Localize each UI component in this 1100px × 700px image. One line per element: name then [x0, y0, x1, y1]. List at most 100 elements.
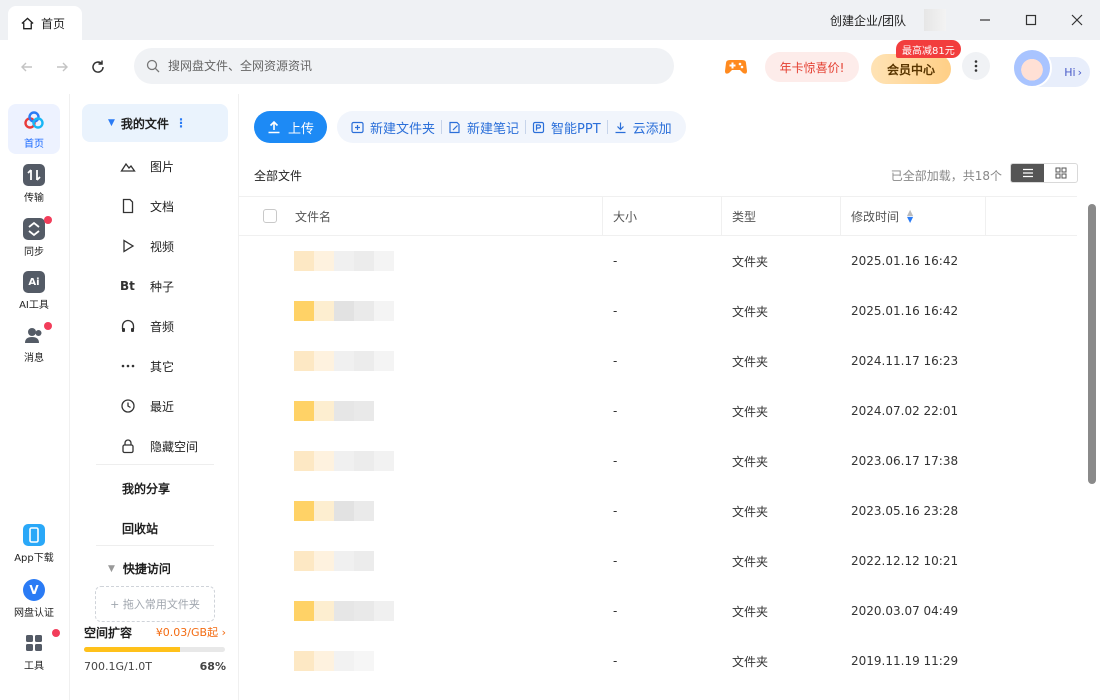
redacted-block — [354, 251, 374, 271]
forward-button[interactable] — [51, 56, 73, 78]
rail-item-messages[interactable]: 消息 — [8, 324, 60, 364]
category-item-torrents[interactable]: Bt 种子 — [120, 276, 174, 296]
rail-item-transfer[interactable]: 传输 — [8, 164, 60, 204]
column-size-label: 大小 — [613, 209, 638, 224]
new-folder-button[interactable]: 新建文件夹 — [345, 118, 441, 137]
new-note-label: 新建笔记 — [467, 121, 520, 137]
my-files-header[interactable]: ▼ 我的文件 ⋮ — [82, 104, 228, 142]
file-type-cell: 文件夹 — [732, 654, 769, 669]
grid-apps-icon — [26, 635, 42, 651]
redacted-block — [294, 501, 314, 521]
redacted-block — [294, 651, 314, 671]
people-icon — [25, 328, 42, 343]
rail-item-sync[interactable]: 同步 — [8, 218, 60, 258]
select-all-checkbox[interactable] — [263, 209, 277, 223]
redacted-block — [354, 551, 374, 571]
redacted-block — [374, 451, 394, 471]
column-name-label: 文件名 — [295, 209, 332, 224]
minimize-button[interactable] — [962, 0, 1008, 40]
storage-expand-row[interactable]: 空间扩容 ¥0.03/GB起 › — [84, 624, 226, 641]
close-button[interactable] — [1054, 0, 1100, 40]
category-item-videos[interactable]: 视频 — [120, 236, 174, 256]
category-item-images[interactable]: 图片 — [120, 156, 174, 176]
arrow-left-icon — [21, 62, 32, 72]
table-row[interactable]: - 文件夹 2023.06.17 17:38 — [239, 436, 1077, 486]
column-type-label: 类型 — [732, 209, 757, 224]
category-item-hidden-space[interactable]: 隐藏空间 — [120, 436, 198, 456]
file-name-cell[interactable] — [239, 486, 603, 536]
category-label: 图片 — [150, 159, 175, 174]
column-size[interactable]: 大小 — [603, 197, 722, 235]
file-name-cell[interactable] — [239, 336, 603, 386]
folder-thumbnail — [294, 401, 394, 421]
quick-access-drop-zone[interactable]: + 拖入常用文件夹 — [95, 586, 215, 622]
my-share-link[interactable]: 我的分享 — [122, 480, 170, 497]
rail-item-verification[interactable]: V 网盘认证 — [8, 579, 60, 619]
rail-item-ai-tools[interactable]: Ai AI工具 — [8, 271, 60, 311]
storage-used: 700.1G/1.0T — [84, 660, 152, 673]
storage-percent: 68% — [199, 660, 226, 673]
table-row[interactable]: - 文件夹 2024.11.17 16:23 — [239, 336, 1077, 386]
maximize-button[interactable] — [1008, 0, 1054, 40]
user-avatar[interactable] — [924, 9, 946, 31]
file-name-cell[interactable] — [239, 436, 603, 486]
cloud-add-button[interactable]: 云添加 — [608, 118, 678, 137]
file-name-cell[interactable] — [239, 536, 603, 586]
category-item-other[interactable]: 其它 — [120, 356, 174, 376]
table-row[interactable]: - 文件夹 2020.03.07 04:49 — [239, 586, 1077, 636]
smart-ppt-button[interactable]: 智能PPT — [526, 118, 607, 137]
search-box[interactable] — [134, 48, 674, 84]
file-size-cell: - — [613, 554, 618, 568]
game-icon[interactable] — [722, 53, 750, 81]
annual-promo-button[interactable]: 年卡惊喜价! — [765, 52, 859, 82]
refresh-button[interactable] — [87, 56, 109, 78]
table-row[interactable]: - 文件夹 2022.12.12 10:21 — [239, 536, 1077, 586]
category-item-documents[interactable]: 文档 — [120, 196, 174, 216]
file-size-cell: - — [613, 354, 618, 368]
column-type[interactable]: 类型 — [722, 197, 841, 235]
new-note-button[interactable]: 新建笔记 — [442, 118, 525, 137]
file-name-cell[interactable] — [239, 636, 603, 686]
upload-button[interactable]: 上传 — [254, 111, 327, 143]
redacted-block — [354, 451, 374, 471]
category-item-audio[interactable]: 音频 — [120, 316, 174, 336]
more-vertical-icon[interactable]: ⋮ — [175, 116, 187, 130]
table-row[interactable]: - 文件夹 2025.01.16 16:42 — [239, 286, 1077, 336]
more-menu-button[interactable] — [962, 52, 990, 80]
vip-center-button[interactable]: 会员中心 — [871, 54, 951, 84]
assistant-avatar[interactable] — [1012, 48, 1052, 88]
category-item-recent[interactable]: 最近 — [120, 396, 174, 416]
vertical-scrollbar[interactable] — [1088, 204, 1096, 484]
file-name-cell[interactable] — [239, 586, 603, 636]
rail-item-tools[interactable]: 工具 — [8, 632, 60, 672]
table-row[interactable]: - 文件夹 2024.07.02 22:01 — [239, 386, 1077, 436]
rail-item-app-download[interactable]: App下载 — [8, 524, 60, 564]
column-modified[interactable]: 修改时间 ▲ ▼ — [841, 197, 986, 235]
breadcrumb[interactable]: 全部文件 — [254, 167, 302, 184]
grid-view-button[interactable] — [1044, 164, 1077, 182]
tab-home[interactable]: 首页 — [8, 6, 82, 40]
column-name[interactable]: 文件名 — [239, 197, 603, 235]
file-size-cell: - — [613, 654, 618, 668]
close-icon — [1071, 14, 1083, 26]
my-files-label: 我的文件 — [120, 116, 169, 131]
list-view-button[interactable] — [1011, 164, 1044, 182]
category-label: 视频 — [150, 239, 175, 254]
quick-access-header[interactable]: ▼ 快捷访问 — [108, 560, 171, 577]
file-name-cell[interactable] — [239, 386, 603, 436]
recycle-bin-link[interactable]: 回收站 — [122, 520, 158, 537]
rail-item-home[interactable]: 首页 — [8, 104, 60, 154]
back-button[interactable] — [16, 56, 38, 78]
file-name-cell[interactable] — [239, 236, 603, 286]
file-name-cell[interactable] — [239, 286, 603, 336]
folder-thumbnail — [294, 451, 394, 471]
redacted-block — [374, 301, 394, 321]
table-row[interactable]: - 文件夹 2025.01.16 16:42 — [239, 236, 1077, 286]
search-input[interactable] — [168, 59, 648, 73]
file-main-area: 上传 新建文件夹 新建笔记 智能PPT 云添加 全部文件 已全部加载，共18个 — [239, 94, 1100, 700]
table-row[interactable]: - 文件夹 2023.05.16 23:28 — [239, 486, 1077, 536]
create-enterprise-link[interactable]: 创建企业/团队 — [830, 12, 906, 29]
home-icon — [21, 16, 34, 29]
folder-thumbnail — [294, 301, 394, 321]
table-row[interactable]: - 文件夹 2019.11.19 11:29 — [239, 636, 1077, 686]
